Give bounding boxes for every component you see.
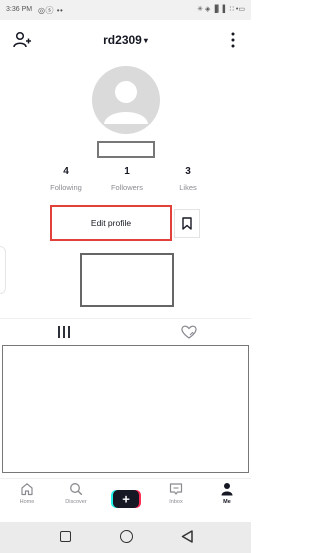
nav-home[interactable]: Home — [9, 482, 45, 518]
edit-profile-label: Edit profile — [90, 218, 132, 228]
bio-placeholder — [80, 253, 174, 307]
bookmark-icon — [182, 217, 192, 230]
likes-label: Likes — [179, 183, 197, 192]
stat-followers[interactable]: 1 Followers — [97, 166, 157, 192]
username-switcher[interactable]: rd2309 ▾ — [0, 33, 251, 47]
default-avatar-icon — [104, 81, 148, 124]
favorites-button[interactable] — [174, 209, 200, 238]
status-system-icons: ✳ ◈ ▐▎▌ ∷ •▭ — [197, 6, 245, 13]
stat-following[interactable]: 4 Following — [36, 166, 96, 192]
edge-handle — [0, 246, 6, 294]
more-vertical-icon[interactable] — [229, 31, 237, 49]
chevron-down-icon: ▾ — [143, 36, 148, 45]
back-icon[interactable] — [181, 530, 193, 543]
status-bar: 3:36 PM ◎ⓢ •• ✳ ◈ ▐▎▌ ∷ •▭ — [0, 0, 251, 20]
liked-heart-icon[interactable] — [180, 324, 198, 340]
nav-discover-label: Discover — [65, 499, 87, 505]
inbox-icon — [169, 483, 183, 495]
android-home-button[interactable] — [120, 530, 133, 543]
home-icon — [21, 483, 33, 496]
following-count: 4 — [63, 166, 69, 177]
grid-bars-icon[interactable] — [54, 325, 74, 339]
edit-profile-button[interactable]: Edit profile — [50, 205, 172, 241]
nav-home-label: Home — [19, 499, 35, 505]
profile-icon — [221, 483, 233, 496]
profile-tabs — [0, 318, 251, 344]
followers-count: 1 — [124, 166, 130, 177]
username-label: rd2309 — [103, 33, 142, 47]
avatar[interactable] — [92, 66, 160, 134]
plus-icon: + — [122, 492, 130, 507]
likes-count: 3 — [185, 166, 191, 177]
nav-discover[interactable]: Discover — [58, 482, 94, 518]
search-icon — [70, 483, 83, 496]
following-label: Following — [50, 183, 82, 192]
display-name-placeholder — [97, 141, 155, 158]
status-time: 3:36 PM — [6, 6, 33, 13]
nav-inbox[interactable]: Inbox — [158, 482, 194, 518]
status-notification-icons: ◎ⓢ •• — [38, 6, 64, 15]
create-video-button[interactable]: + — [111, 489, 141, 509]
nav-me[interactable]: Me — [209, 482, 245, 518]
recent-apps-button[interactable] — [60, 531, 71, 542]
stat-likes[interactable]: 3 Likes — [158, 166, 218, 192]
nav-inbox-label: Inbox — [169, 499, 183, 505]
video-grid-placeholder — [2, 345, 249, 473]
nav-me-label: Me — [223, 499, 231, 505]
followers-label: Followers — [110, 183, 144, 192]
